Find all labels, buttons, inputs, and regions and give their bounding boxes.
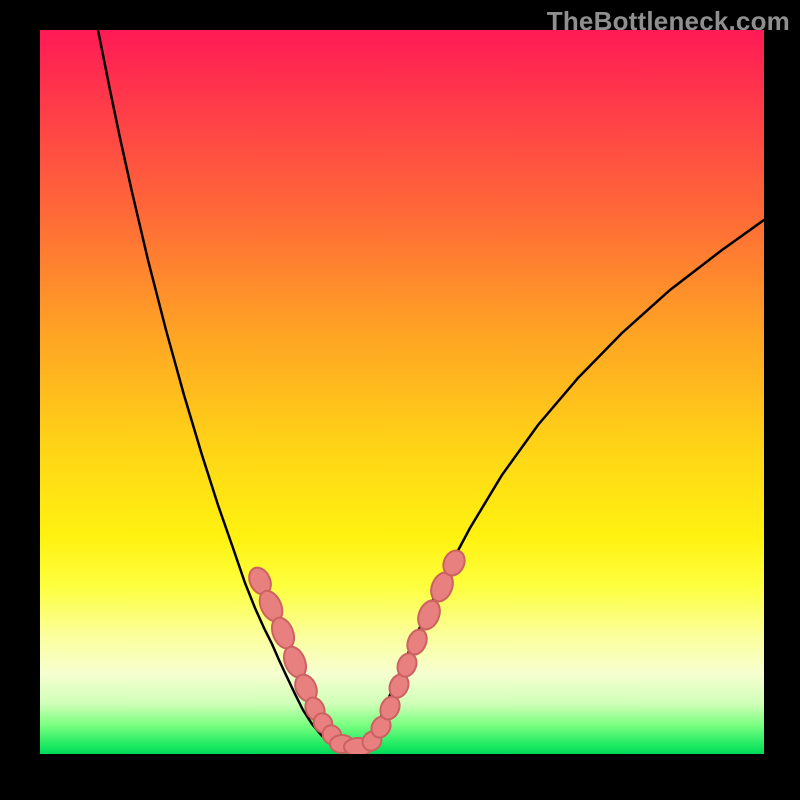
curve-markers — [245, 547, 469, 754]
curve-marker — [439, 547, 468, 579]
curve-marker — [302, 694, 328, 723]
curve-marker — [310, 710, 336, 736]
v-curve — [98, 30, 764, 748]
curve-marker — [319, 722, 345, 749]
curve-marker — [404, 627, 430, 658]
curve-marker — [245, 564, 275, 598]
curve-marker — [330, 735, 354, 753]
curve-marker — [394, 651, 420, 680]
curve-marker — [291, 671, 321, 705]
curve-marker — [368, 713, 395, 741]
plot-area — [40, 30, 764, 754]
curve-marker — [280, 643, 311, 680]
curve-marker — [344, 738, 372, 754]
curve-marker — [414, 597, 444, 632]
bottleneck-chart-svg — [40, 30, 764, 754]
curve-marker — [377, 693, 403, 722]
curve-marker — [268, 614, 299, 651]
curve-marker — [427, 569, 457, 604]
curve-marker — [255, 587, 287, 624]
curve-marker — [359, 728, 386, 754]
curve-marker — [386, 672, 412, 701]
chart-frame: TheBottleneck.com — [0, 0, 800, 800]
